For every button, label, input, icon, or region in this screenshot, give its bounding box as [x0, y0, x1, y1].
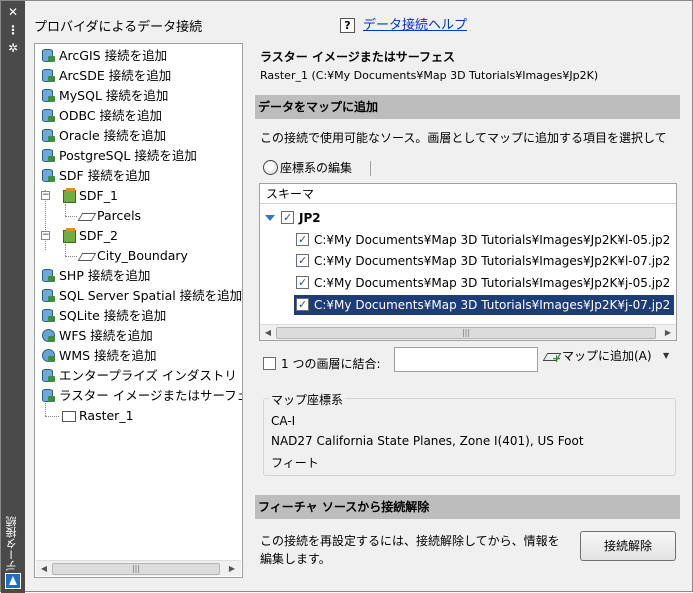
add-layer-icon — [544, 350, 561, 365]
raster-section-title: ラスター イメージまたはサーフェス — [260, 50, 455, 64]
tree-item-postgresql[interactable]: PostgreSQL 接続を追加 — [41, 146, 197, 166]
database-icon — [41, 288, 56, 303]
combine-layer-checkbox[interactable] — [263, 357, 276, 370]
tree-item-raster[interactable]: ラスター イメージまたはサーフェ — [41, 386, 242, 406]
schema-list[interactable]: スキーマ JP2 C:¥My Documents¥Map 3D Tutorial… — [259, 183, 677, 341]
tree-item-sdf[interactable]: SDF 接続を追加 — [41, 166, 150, 186]
properties-icon[interactable]: ✲ — [5, 41, 21, 55]
tree-connector — [45, 416, 59, 417]
tree-item-parcels[interactable]: Parcels — [79, 206, 141, 226]
add-to-map-button[interactable]: マップに追加(A) — [544, 347, 652, 365]
data-connect-window: ✕ ⋮ ✲ データ接続 プロバイダによるデータ接続 − − ArcGIS 接続を… — [0, 0, 693, 593]
edit-coordinate-system-button[interactable]: 座標系の編集 — [263, 159, 352, 176]
globe-icon — [263, 160, 278, 175]
raster-connection-path: Raster_1 (C:¥My Documents¥Map 3D Tutoria… — [260, 69, 599, 82]
tree-item-enterprise-industry[interactable]: エンタープライズ インダストリ モ — [41, 366, 242, 386]
globe-icon — [41, 328, 56, 343]
schema-item-row[interactable]: C:¥My Documents¥Map 3D Tutorials¥Images¥… — [294, 251, 674, 271]
schema-item-row[interactable]: C:¥My Documents¥Map 3D Tutorials¥Images¥… — [294, 230, 674, 250]
globe-icon — [41, 348, 56, 363]
database-icon — [41, 48, 56, 63]
tree-item-mysql[interactable]: MySQL 接続を追加 — [41, 86, 168, 106]
schema-item-checkbox[interactable] — [296, 273, 309, 293]
feature-class-icon — [79, 208, 94, 223]
tree-horizontal-scrollbar[interactable]: ◀ ||| ▶ — [36, 560, 241, 576]
toolbar-separator — [370, 161, 371, 176]
combine-layer-name-input[interactable] — [394, 347, 538, 372]
disconnect-band: フィーチャ ソースから接続解除 — [255, 495, 680, 519]
collapse-icon[interactable]: − — [41, 231, 50, 240]
tree-item-shp[interactable]: SHP 接続を追加 — [41, 266, 150, 286]
tree-item-raster-1[interactable]: Raster_1 — [61, 406, 134, 426]
combine-layer-option[interactable]: 1 つの画層に結合: — [263, 355, 381, 372]
scroll-thumb[interactable]: ||| — [276, 327, 656, 339]
app-logo-icon — [5, 573, 21, 589]
help-link-row[interactable]: ? データ接続ヘルプ — [340, 14, 467, 33]
add-to-map-description: この接続で使用可能なソース。画層としてマップに追加する項目を選択して — [260, 131, 667, 145]
tree-connector — [65, 256, 77, 257]
schema-item-checkbox[interactable] — [296, 295, 309, 315]
tree-item-sql-server-spatial[interactable]: SQL Server Spatial 接続を追加 — [41, 286, 242, 306]
feature-class-icon — [79, 248, 94, 263]
palette-title: データ接続 — [5, 516, 18, 571]
tree-item-sdf-2[interactable]: SDF_2 — [61, 226, 118, 246]
coordinate-system-name: NAD27 California State Planes, Zone I(40… — [271, 434, 584, 448]
schema-root-checkbox[interactable] — [281, 208, 294, 228]
schema-item-row[interactable]: C:¥My Documents¥Map 3D Tutorials¥Images¥… — [294, 273, 674, 293]
tree-item-arcsde[interactable]: ArcSDE 接続を追加 — [41, 66, 171, 86]
coordinate-system-code: CA-I — [271, 414, 296, 428]
collapse-icon[interactable]: − — [41, 191, 50, 200]
scroll-right-icon[interactable]: ▶ — [662, 327, 674, 339]
tree-item-sqlite[interactable]: SQLite 接続を追加 — [41, 306, 166, 326]
close-icon[interactable]: ✕ — [5, 5, 21, 19]
scroll-thumb[interactable]: ||| — [52, 563, 220, 575]
scroll-right-icon[interactable]: ▶ — [226, 563, 238, 575]
help-icon[interactable]: ? — [340, 18, 355, 33]
schema-item-row-selected[interactable]: C:¥My Documents¥Map 3D Tutorials¥Images¥… — [294, 295, 674, 315]
help-link[interactable]: データ接続ヘルプ — [363, 18, 467, 33]
coordinate-system-unit: フィート — [271, 456, 319, 470]
database-icon — [41, 88, 56, 103]
disconnect-description: この接続を再設定するには、接続解除してから、情報を編集します。 — [260, 534, 560, 566]
database-icon — [41, 368, 56, 383]
database-icon — [41, 68, 56, 83]
tree-item-oracle[interactable]: Oracle 接続を追加 — [41, 126, 166, 146]
scroll-left-icon[interactable]: ◀ — [262, 327, 274, 339]
tree-item-city-boundary[interactable]: City_Boundary — [79, 246, 188, 266]
palette-title-strip: ✕ ⋮ ✲ データ接続 — [1, 1, 25, 593]
tree-connector — [65, 216, 77, 217]
expand-triangle-icon[interactable] — [265, 215, 275, 221]
database-icon — [41, 268, 56, 283]
schema-item-checkbox[interactable] — [296, 230, 309, 250]
tree-item-arcgis[interactable]: ArcGIS 接続を追加 — [41, 46, 167, 66]
tree-item-wms[interactable]: WMS 接続を追加 — [41, 346, 157, 366]
tree-item-odbc[interactable]: ODBC 接続を追加 — [41, 106, 162, 126]
schema-root-row[interactable]: JP2 — [265, 208, 321, 228]
provider-tree[interactable]: − − ArcGIS 接続を追加 ArcSDE 接続を追加 MySQL 接続を追… — [34, 43, 243, 578]
auto-hide-icon[interactable]: ⋮ — [5, 23, 21, 37]
database-icon — [41, 388, 56, 403]
database-icon — [41, 108, 56, 123]
provider-panel-title: プロバイダによるデータ接続 — [34, 20, 203, 35]
schema-horizontal-scrollbar[interactable]: ◀ ||| ▶ — [260, 324, 676, 340]
add-to-map-band: データをマップに追加 — [255, 95, 680, 119]
database-icon — [41, 168, 56, 183]
feature-source-icon — [61, 188, 76, 203]
scroll-left-icon[interactable]: ◀ — [38, 563, 50, 575]
feature-source-icon — [61, 228, 76, 243]
schema-column-header: スキーマ — [260, 184, 676, 204]
tree-item-wfs[interactable]: WFS 接続を追加 — [41, 326, 153, 346]
database-icon — [41, 148, 56, 163]
map-coordinate-system-label: マップ座標系 — [269, 391, 346, 408]
tree-item-sdf-1[interactable]: SDF_1 — [61, 186, 118, 206]
raster-icon — [61, 408, 76, 423]
chevron-down-icon[interactable]: ▼ — [663, 351, 669, 360]
schema-item-checkbox[interactable] — [296, 251, 309, 271]
database-icon — [41, 128, 56, 143]
database-icon — [41, 308, 56, 323]
disconnect-button[interactable]: 接続解除 — [580, 531, 676, 561]
